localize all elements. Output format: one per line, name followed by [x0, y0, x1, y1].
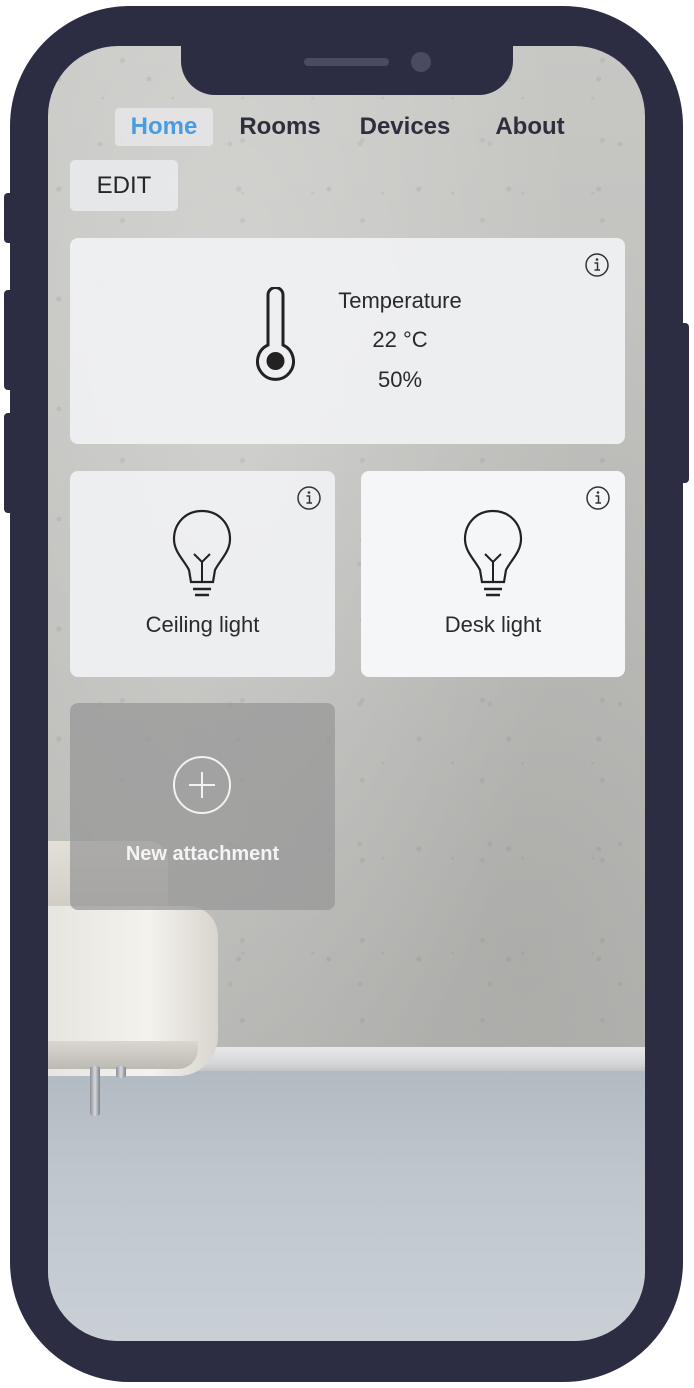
info-icon[interactable] [584, 252, 610, 278]
volume-up-button [4, 290, 14, 390]
phone-notch [181, 46, 513, 95]
sofa-base [48, 1041, 198, 1069]
nav-rooms[interactable]: Rooms [232, 108, 328, 146]
speaker-grille [304, 58, 389, 66]
lightbulb-icon [172, 509, 232, 597]
temperature-title: Temperature [338, 288, 462, 313]
new-attachment-card[interactable]: New attachment [70, 703, 335, 910]
side-button [4, 193, 14, 243]
plus-circle-icon [173, 756, 231, 814]
sofa-leg [116, 1066, 126, 1078]
new-attachment-label: New attachment [125, 843, 280, 865]
top-nav: Home Rooms Devices About [48, 108, 645, 146]
floor [48, 1071, 645, 1341]
nav-home[interactable]: Home [115, 108, 213, 146]
volume-down-button [4, 413, 14, 513]
nav-devices[interactable]: Devices [353, 108, 457, 146]
lightbulb-icon [463, 509, 523, 597]
sofa-leg [90, 1066, 100, 1116]
temperature-card[interactable]: Temperature 22 °C 50% [70, 238, 625, 444]
humidity-value: 50% [377, 367, 423, 392]
edit-button[interactable]: EDIT [70, 160, 178, 211]
screen: Home Rooms Devices About EDIT Temperatur… [48, 46, 645, 1341]
desk-light-card[interactable]: Desk light [361, 471, 625, 677]
power-button [679, 323, 689, 483]
desk-light-label: Desk light [444, 612, 542, 637]
nav-about[interactable]: About [485, 108, 575, 146]
front-camera [411, 52, 431, 72]
info-icon[interactable] [296, 485, 322, 511]
ceiling-light-label: Ceiling light [145, 612, 260, 637]
temperature-value: 22 °C [372, 327, 428, 352]
thermometer-icon [256, 287, 295, 381]
info-icon[interactable] [585, 485, 611, 511]
ceiling-light-card[interactable]: Ceiling light [70, 471, 335, 677]
